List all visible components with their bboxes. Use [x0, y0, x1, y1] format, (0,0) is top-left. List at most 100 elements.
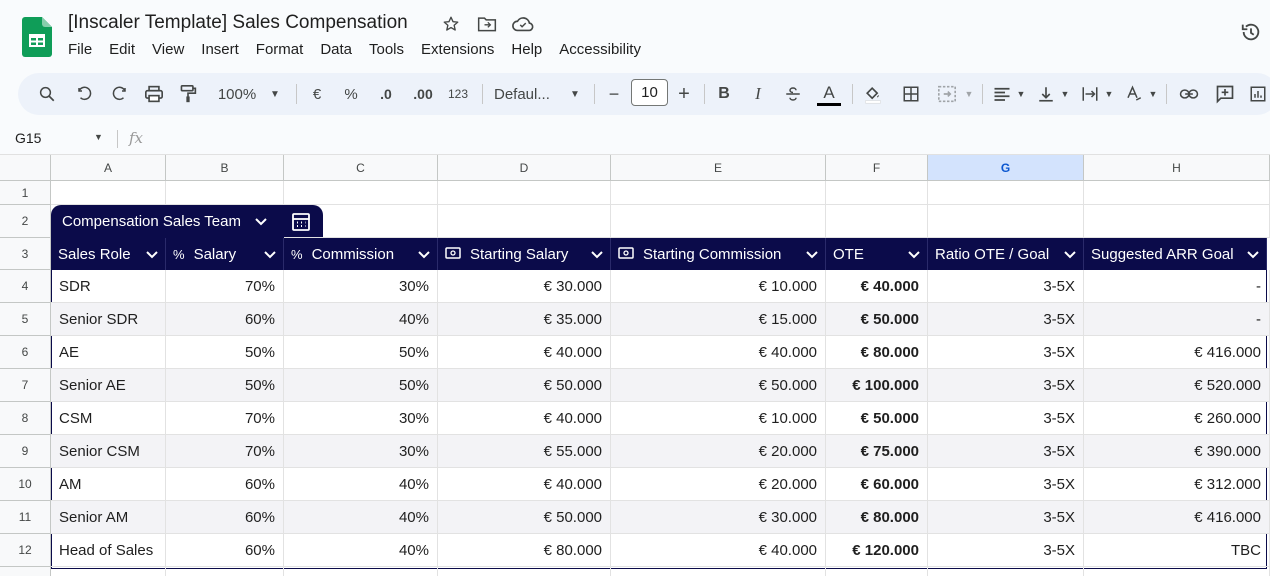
column-header-a[interactable]: A — [51, 155, 166, 181]
valign-chevron-down-icon[interactable]: ▼ — [1058, 73, 1072, 115]
table-cell[interactable]: 30% — [284, 435, 438, 468]
table-cell[interactable]: € 416.000 — [1084, 336, 1270, 369]
zoom-select[interactable]: 100% — [212, 73, 262, 115]
table-cell[interactable]: € 80.000 — [826, 501, 928, 534]
table-header-1[interactable]: % Salary — [166, 238, 284, 270]
menu-insert[interactable]: Insert — [201, 41, 239, 58]
table-cell[interactable]: 70% — [166, 402, 284, 435]
empty-cell[interactable] — [438, 205, 611, 238]
name-box[interactable]: G15 — [15, 130, 41, 146]
menu-data[interactable]: Data — [320, 41, 352, 58]
table-cell[interactable]: € 80.000 — [438, 534, 611, 567]
row-header-5[interactable]: 5 — [0, 303, 51, 336]
table-cell[interactable]: € 50.000 — [826, 303, 928, 336]
table-cell[interactable]: € 40.000 — [826, 270, 928, 303]
font-size-input[interactable]: 10 — [631, 79, 668, 106]
rotation-chevron-down-icon[interactable]: ▼ — [1146, 73, 1160, 115]
increase-font-size-button[interactable]: + — [674, 73, 694, 115]
print-icon[interactable] — [141, 73, 167, 115]
table-cell[interactable]: € 30.000 — [438, 270, 611, 303]
redo-icon[interactable] — [106, 73, 132, 115]
table-cell[interactable]: € 416.000 — [1084, 501, 1270, 534]
table-cell[interactable]: € 55.000 — [438, 435, 611, 468]
table-cell[interactable]: SDR — [51, 270, 166, 303]
table-header-3[interactable]: Starting Salary — [438, 238, 611, 270]
merge-chevron-down-icon[interactable]: ▼ — [962, 73, 976, 115]
table-header-2[interactable]: % Commission — [284, 238, 438, 270]
table-cell[interactable]: 3-5X — [928, 336, 1084, 369]
paint-format-icon[interactable] — [175, 73, 201, 115]
table-cell[interactable]: € 390.000 — [1084, 435, 1270, 468]
currency-format-button[interactable]: € — [306, 73, 328, 115]
row-header-10[interactable]: 10 — [0, 468, 51, 501]
merge-cells-icon[interactable] — [934, 73, 960, 115]
table-cell[interactable]: Senior AE — [51, 369, 166, 402]
empty-cell[interactable] — [284, 205, 438, 238]
table-name-chip[interactable]: Compensation Sales Team — [51, 205, 323, 238]
column-header-g[interactable]: G — [928, 155, 1084, 181]
more-formats-button[interactable]: 123 — [444, 73, 472, 115]
table-cell[interactable]: 40% — [284, 303, 438, 336]
table-cell[interactable]: 50% — [166, 369, 284, 402]
table-cell[interactable]: € 30.000 — [611, 501, 826, 534]
table-cell[interactable]: 40% — [284, 501, 438, 534]
table-cell[interactable]: Senior CSM — [51, 435, 166, 468]
row-header-4[interactable]: 4 — [0, 270, 51, 303]
row-header-13[interactable]: 13 — [0, 567, 51, 576]
vertical-align-icon[interactable] — [1034, 73, 1058, 115]
column-menu-chevron-down-icon[interactable] — [591, 246, 603, 263]
column-header-h[interactable]: H — [1084, 155, 1270, 181]
fill-color-icon[interactable] — [860, 73, 886, 115]
column-menu-chevron-down-icon[interactable] — [1064, 246, 1076, 263]
search-menus-icon[interactable] — [34, 73, 60, 115]
menu-help[interactable]: Help — [511, 41, 542, 58]
column-menu-chevron-down-icon[interactable] — [418, 246, 430, 263]
column-header-e[interactable]: E — [611, 155, 826, 181]
row-header-1[interactable]: 1 — [0, 181, 51, 205]
empty-cell[interactable] — [438, 567, 611, 576]
table-cell[interactable]: 3-5X — [928, 435, 1084, 468]
table-cell[interactable]: 3-5X — [928, 534, 1084, 567]
table-cell[interactable]: 40% — [284, 468, 438, 501]
font-select[interactable]: Defaul... — [494, 73, 560, 115]
horizontal-align-icon[interactable] — [990, 73, 1014, 115]
decrease-decimal-button[interactable]: .0 — [372, 73, 400, 115]
formula-input[interactable] — [160, 126, 1260, 152]
table-header-0[interactable]: Sales Role — [51, 238, 166, 270]
menu-accessibility[interactable]: Accessibility — [559, 41, 641, 58]
table-cell[interactable]: € 50.000 — [826, 402, 928, 435]
table-header-7[interactable]: Suggested ARR Goal — [1084, 238, 1267, 270]
table-cell[interactable]: 3-5X — [928, 402, 1084, 435]
menu-file[interactable]: File — [68, 41, 92, 58]
column-header-f[interactable]: F — [826, 155, 928, 181]
table-header-6[interactable]: Ratio OTE / Goal — [928, 238, 1084, 270]
empty-cell[interactable] — [1084, 205, 1270, 238]
decrease-font-size-button[interactable]: − — [604, 73, 624, 115]
italic-button[interactable]: I — [748, 73, 768, 115]
menu-format[interactable]: Format — [256, 41, 304, 58]
strikethrough-icon[interactable] — [782, 73, 804, 115]
row-header-8[interactable]: 8 — [0, 402, 51, 435]
move-folder-icon[interactable] — [476, 13, 498, 35]
menu-tools[interactable]: Tools — [369, 41, 404, 58]
column-menu-chevron-down-icon[interactable] — [146, 246, 158, 263]
empty-cell[interactable] — [611, 567, 826, 576]
table-cell[interactable]: 70% — [166, 270, 284, 303]
table-cell[interactable]: 30% — [284, 402, 438, 435]
insert-comment-icon[interactable] — [1212, 73, 1238, 115]
empty-cell[interactable] — [284, 181, 438, 205]
text-rotation-icon[interactable] — [1122, 73, 1146, 115]
table-cell[interactable]: € 80.000 — [826, 336, 928, 369]
table-cell[interactable]: Senior SDR — [51, 303, 166, 336]
table-cell[interactable]: 50% — [166, 336, 284, 369]
table-cell[interactable]: TBC — [1084, 534, 1270, 567]
menu-extensions[interactable]: Extensions — [421, 41, 494, 58]
menu-view[interactable]: View — [152, 41, 184, 58]
table-cell[interactable]: € 75.000 — [826, 435, 928, 468]
table-cell[interactable]: 40% — [284, 534, 438, 567]
row-header-12[interactable]: 12 — [0, 534, 51, 567]
table-cell[interactable]: 60% — [166, 303, 284, 336]
table-cell[interactable]: AM — [51, 468, 166, 501]
document-title[interactable]: [Inscaler Template] Sales Compensation — [68, 12, 408, 34]
table-cell[interactable]: 3-5X — [928, 468, 1084, 501]
